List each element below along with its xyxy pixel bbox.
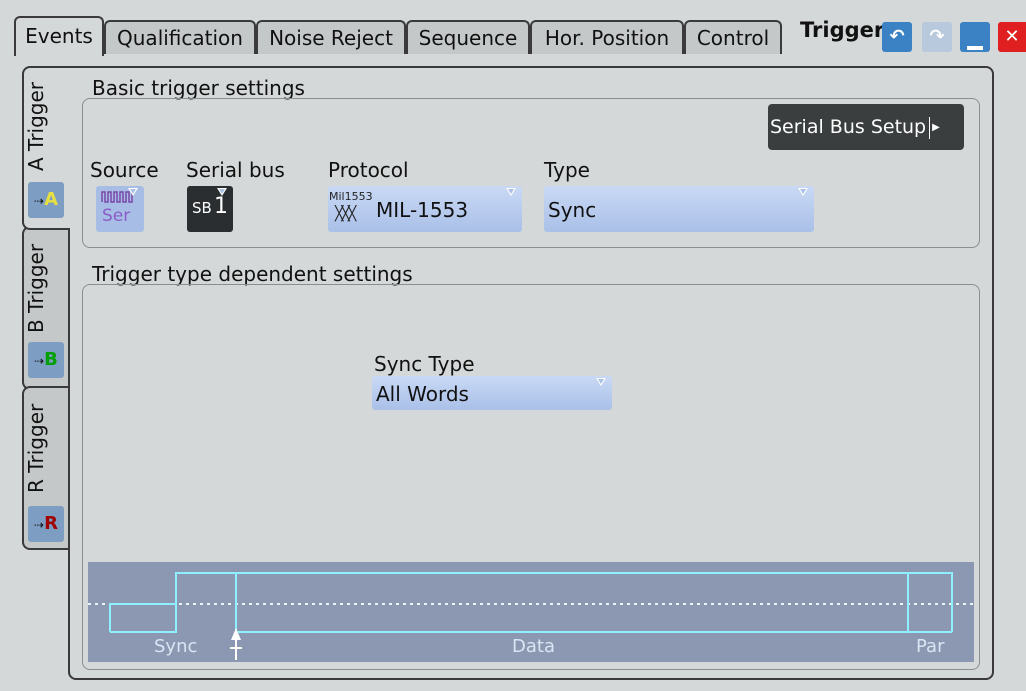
r-trigger-icon: ⇢R bbox=[28, 506, 64, 542]
undo-icon: ↶ bbox=[889, 26, 905, 47]
tab-noise-reject[interactable]: Noise Reject bbox=[256, 20, 406, 54]
chevron-right-icon: ▶ bbox=[932, 121, 940, 133]
a-trigger-icon: ⇢A bbox=[28, 182, 64, 218]
basic-settings-title: Basic trigger settings bbox=[92, 76, 305, 100]
type-label: Type bbox=[544, 158, 590, 182]
side-tab-label: R Trigger bbox=[24, 403, 48, 493]
dropdown-arrow-icon bbox=[128, 188, 138, 196]
protocol-label: Protocol bbox=[328, 158, 409, 182]
close-icon: ✕ bbox=[1004, 26, 1020, 47]
side-tab-r-trigger[interactable]: R Trigger ⇢R bbox=[22, 386, 70, 550]
sync-waveform-diagram: Sync Data Par bbox=[88, 562, 974, 662]
sync-type-label: Sync Type bbox=[374, 352, 475, 376]
source-label: Source bbox=[90, 158, 159, 182]
source-value: Ser bbox=[102, 206, 131, 226]
b-trigger-icon: ⇢B bbox=[28, 342, 64, 378]
dropdown-arrow-icon bbox=[798, 188, 808, 196]
minimize-button[interactable] bbox=[960, 22, 990, 52]
parity-segment-label: Par bbox=[916, 636, 945, 657]
redo-button[interactable]: ↷ bbox=[922, 22, 952, 52]
close-button[interactable]: ✕ bbox=[998, 22, 1026, 52]
dropdown-arrow-icon bbox=[596, 378, 606, 386]
side-tab-a-trigger[interactable]: A Trigger ⇢A bbox=[22, 66, 70, 230]
mil1553-protocol-icon: Mil1553 ╳╳╳ bbox=[329, 190, 373, 222]
protocol-dropdown[interactable]: Mil1553 ╳╳╳ MIL-1553 bbox=[328, 186, 522, 232]
tab-sequence[interactable]: Sequence bbox=[406, 20, 530, 54]
protocol-value: MIL-1553 bbox=[376, 198, 469, 222]
side-tab-label: A Trigger bbox=[24, 81, 48, 171]
serial-bus-label: Serial bus bbox=[186, 158, 285, 182]
side-tab-b-trigger[interactable]: B Trigger ⇢B bbox=[22, 226, 70, 390]
sync-segment-label: Sync bbox=[154, 636, 198, 657]
minimize-icon bbox=[967, 46, 983, 50]
dropdown-arrow-icon bbox=[217, 188, 227, 196]
undo-button[interactable]: ↶ bbox=[882, 22, 912, 52]
side-tab-label: B Trigger bbox=[24, 243, 48, 333]
tab-events[interactable]: Events bbox=[14, 16, 104, 56]
type-dropdown[interactable]: Sync bbox=[544, 186, 814, 232]
sync-type-value: All Words bbox=[376, 382, 469, 406]
serial-bus-prefix: SB bbox=[192, 199, 212, 217]
source-selector[interactable]: Ser bbox=[96, 186, 144, 232]
tab-hor-position[interactable]: Hor. Position bbox=[530, 20, 684, 54]
redo-icon: ↷ bbox=[929, 26, 945, 47]
data-segment-label: Data bbox=[512, 636, 555, 657]
tab-control[interactable]: Control bbox=[684, 20, 782, 54]
serial-bus-setup-button[interactable]: Serial Bus Setup ▶ bbox=[768, 104, 964, 150]
dependent-settings-title: Trigger type dependent settings bbox=[92, 262, 413, 286]
type-value: Sync bbox=[548, 198, 597, 222]
serial-bus-selector[interactable]: SB 1 bbox=[187, 186, 233, 232]
dropdown-arrow-icon bbox=[506, 188, 516, 196]
serial-bus-setup-label: Serial Bus Setup bbox=[770, 116, 927, 138]
sync-type-dropdown[interactable]: All Words bbox=[372, 376, 612, 410]
tab-qualification[interactable]: Qualification bbox=[104, 20, 256, 54]
tab-bar: Events Qualification Noise Reject Sequen… bbox=[0, 0, 1026, 58]
serial-bus-number: 1 bbox=[214, 194, 228, 219]
dialog-title: Trigger bbox=[800, 18, 885, 42]
